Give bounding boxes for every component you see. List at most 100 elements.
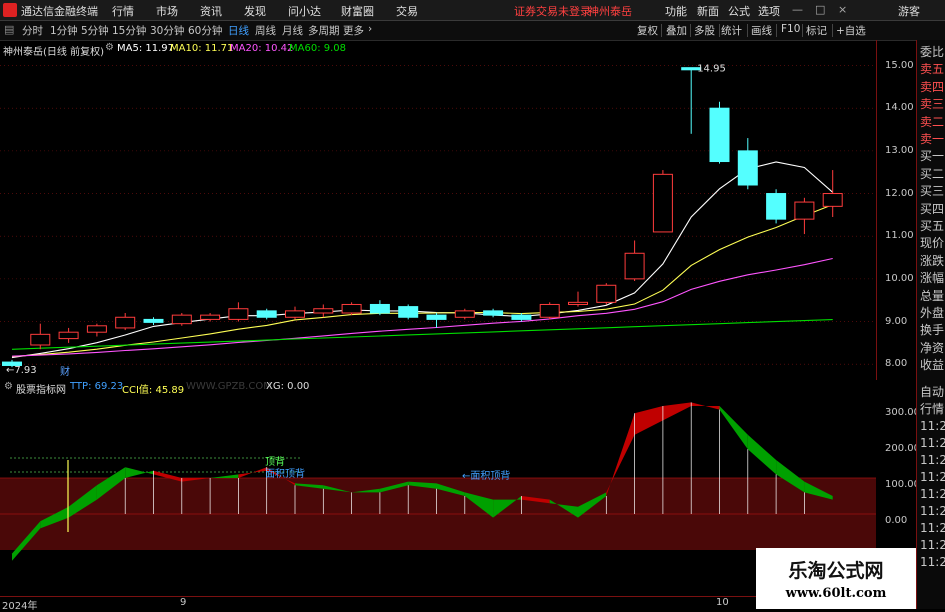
candle[interactable] <box>822 193 843 207</box>
candle[interactable] <box>426 314 447 320</box>
quote-field-label: 买五 <box>920 219 945 233</box>
candle[interactable] <box>30 333 51 346</box>
tool-f10[interactable]: F10 <box>781 23 800 35</box>
period-1min[interactable]: 1分钟 <box>50 23 78 38</box>
candle[interactable] <box>313 308 334 314</box>
menu-item-gongshi[interactable]: 公式 <box>728 3 750 19</box>
candle[interactable] <box>115 316 136 329</box>
candle[interactable] <box>171 314 192 325</box>
tick-time-label: 11:2 <box>920 470 945 484</box>
price-tick-label: 14.00 <box>885 102 914 114</box>
auto-quote-toggle[interactable]: 行情 <box>920 403 944 416</box>
divergence-label: 顶背 <box>265 455 285 468</box>
candle[interactable] <box>539 303 560 318</box>
auto-quote-toggle[interactable]: 自动 <box>920 386 944 399</box>
menu-item-faxian[interactable]: 发现 <box>244 3 266 19</box>
login-warning[interactable]: 证券交易未登录 <box>514 3 591 19</box>
candle[interactable] <box>369 303 390 314</box>
candle[interactable] <box>511 314 532 320</box>
period-toolbar: ▤ 分时 1分钟 5分钟 15分钟 30分钟 60分钟 日线 周线 月线 多周期… <box>0 21 945 41</box>
indicator-tick-label: 0.00 <box>885 515 908 526</box>
app-title: 通达信金融终端 <box>21 5 98 18</box>
toolbar-divider <box>719 24 720 37</box>
candle[interactable] <box>737 150 758 186</box>
candle[interactable] <box>86 325 107 333</box>
close-icon[interactable]: × <box>838 3 847 16</box>
minimize-icon[interactable]: — <box>792 3 803 16</box>
candle[interactable] <box>766 193 787 220</box>
menu-item-zixun[interactable]: 资讯 <box>200 3 222 19</box>
candle[interactable] <box>200 314 221 320</box>
menu-item-jiaoyi[interactable]: 交易 <box>396 3 418 19</box>
candle[interactable] <box>341 303 362 314</box>
candle[interactable] <box>398 306 419 318</box>
tool-biaoji[interactable]: 标记 <box>806 23 827 38</box>
candle[interactable] <box>143 318 164 323</box>
settings-icon[interactable]: ⚙ <box>4 381 13 392</box>
candle[interactable] <box>652 173 673 233</box>
candle[interactable] <box>256 310 277 318</box>
settings-icon[interactable]: ⚙ <box>105 42 114 53</box>
indicator-band <box>634 406 663 435</box>
menu-item-caifuquan[interactable]: 财富圈 <box>341 3 374 19</box>
maximize-icon[interactable]: □ <box>815 3 825 16</box>
period-more[interactable]: 更多 <box>343 23 364 38</box>
area-divergence-label: 面积顶背 <box>265 467 305 480</box>
period-15min[interactable]: 15分钟 <box>112 23 146 38</box>
menu-item-gongneng[interactable]: 功能 <box>665 3 687 19</box>
tick-time-label: 11:2 <box>920 487 945 501</box>
candle[interactable] <box>58 331 79 340</box>
menu-item-shichang[interactable]: 市场 <box>156 3 178 19</box>
period-60min[interactable]: 60分钟 <box>188 23 222 38</box>
candle[interactable] <box>228 308 249 320</box>
candle[interactable] <box>568 301 588 305</box>
period-fenshi[interactable]: 分时 <box>22 23 43 38</box>
menu-item-xuanxiang[interactable]: 选项 <box>758 3 780 19</box>
price-tick-label: 10.00 <box>885 272 914 284</box>
tool-tongji[interactable]: 统计 <box>721 23 742 38</box>
candle[interactable] <box>794 201 815 220</box>
tool-duogu[interactable]: 多股 <box>694 23 715 38</box>
menu-item-wenxiaoda[interactable]: 问小达 <box>288 3 321 19</box>
period-weekly[interactable]: 周线 <box>255 23 276 38</box>
menu-item-xinmian[interactable]: 新面 <box>697 3 719 19</box>
tool-add-favorite[interactable]: +自选 <box>836 23 866 38</box>
candle[interactable] <box>596 284 617 303</box>
indicator-band <box>210 474 239 478</box>
quote-field-label: 净资 <box>920 340 945 355</box>
financial-marker[interactable]: 财 <box>60 365 70 377</box>
period-5min[interactable]: 5分钟 <box>81 23 109 38</box>
candle[interactable] <box>709 107 730 163</box>
tick-time-label: 11:2 <box>920 419 945 433</box>
period-multi[interactable]: 多周期 <box>308 23 340 38</box>
menu-item-hangqing[interactable]: 行情 <box>112 3 134 19</box>
toolbar-divider <box>802 24 803 37</box>
toolbar-divider <box>832 24 833 37</box>
quote-field-label: 现价 <box>920 236 945 251</box>
indicator-tick-label: 100.00 <box>885 479 920 490</box>
candle[interactable] <box>454 310 475 318</box>
candle[interactable] <box>483 310 504 316</box>
quote-field-label: 外盘 <box>920 306 945 320</box>
tick-time-label: 11:2 <box>920 436 945 450</box>
chevron-right-icon[interactable]: › <box>368 23 372 35</box>
guest-label[interactable]: 游客 <box>898 3 920 19</box>
toolbar-divider <box>747 24 748 37</box>
quote-field-label: 买一 <box>920 149 945 164</box>
price-axis: 15.00 14.00 13.00 12.00 11.00 10.00 9.00 8.00 30… <box>876 40 920 526</box>
indicator-tick-label: 300.00 <box>885 407 920 418</box>
period-30min[interactable]: 30分钟 <box>150 23 184 38</box>
period-daily[interactable]: 日线 <box>228 23 249 38</box>
indicator-band <box>662 402 692 421</box>
tool-huaxian[interactable]: 画线 <box>751 23 772 38</box>
chart-toggle-icon[interactable]: ▤ <box>4 23 14 36</box>
tool-fuquan[interactable]: 复权 <box>637 23 658 38</box>
period-monthly[interactable]: 月线 <box>282 23 303 38</box>
quote-field-label: 买二 <box>920 166 945 181</box>
candle[interactable] <box>285 310 305 318</box>
tool-diejia[interactable]: 叠加 <box>666 23 687 38</box>
indicator-chart[interactable]: 顶背 面积顶背 ←面积顶背 <box>0 394 876 594</box>
chart-title[interactable]: 神州泰岳(日线 前复权) <box>3 43 104 58</box>
candlestick-chart[interactable]: 14.95 ←7.93 财 <box>0 57 876 377</box>
candle[interactable] <box>624 252 645 280</box>
